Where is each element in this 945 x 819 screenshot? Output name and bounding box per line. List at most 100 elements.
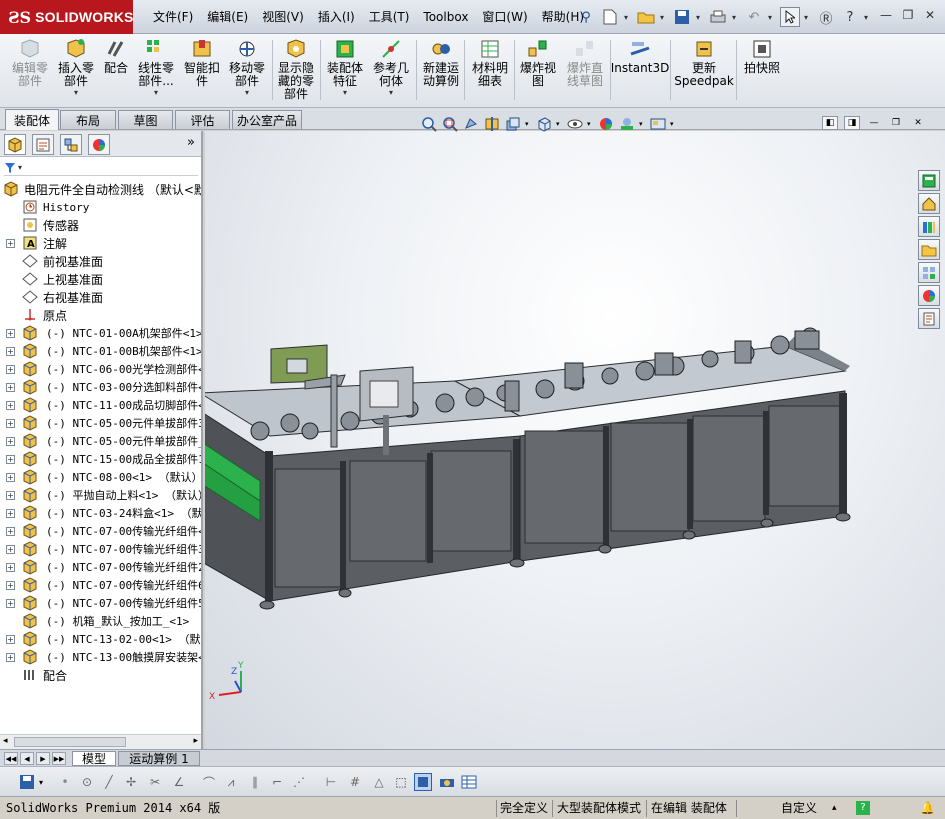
- viewport-close-icon[interactable]: ✕: [910, 116, 926, 130]
- command-insert-components[interactable]: 插入零 部件 ▾: [57, 38, 95, 97]
- assembly-model-view[interactable]: Y X Z: [205, 131, 945, 749]
- rebuild-icon[interactable]: Ⓡ: [816, 7, 836, 27]
- undo-dropdown-icon[interactable]: ▾: [768, 13, 776, 22]
- print-icon[interactable]: [708, 7, 728, 27]
- trim-icon[interactable]: ✂: [146, 773, 164, 791]
- tree-item[interactable]: + (-) NTC-07-00传输光纤组件<: [0, 522, 201, 540]
- menu-item[interactable]: 窗口(W): [475, 0, 534, 34]
- expand-plus-icon[interactable]: +: [6, 544, 15, 554]
- tab-first-icon[interactable]: ◀◀: [4, 752, 18, 765]
- tree-item[interactable]: + (-) NTC-13-00触摸屏安装架<: [0, 648, 201, 666]
- view-orientation-dropdown-icon[interactable]: ▾: [525, 120, 532, 128]
- tree-item[interactable]: + (-) NTC-03-00分选卸料部件<: [0, 378, 201, 396]
- feature-tree-tab-icon[interactable]: [4, 134, 26, 155]
- view-orientation-icon[interactable]: [535, 115, 553, 133]
- print-dropdown-icon[interactable]: ▾: [732, 13, 740, 22]
- tree-item[interactable]: + A 注解: [0, 234, 201, 252]
- tab-motion-study[interactable]: 运动算例 1: [118, 751, 200, 766]
- tree-item[interactable]: + (-) NTC-07-00传输光纤组件3: [0, 540, 201, 558]
- help-dropdown-icon[interactable]: ▾: [864, 13, 872, 22]
- tab-prev-icon[interactable]: ◀: [20, 752, 34, 765]
- tree-root[interactable]: 电阻元件全自动检测线 （默认<默: [0, 180, 201, 198]
- expand-plus-icon[interactable]: +: [6, 562, 15, 572]
- expand-plus-icon[interactable]: +: [6, 418, 15, 428]
- expand-plus-icon[interactable]: +: [6, 508, 15, 518]
- viewport-split-left-icon[interactable]: ◧: [822, 116, 838, 130]
- grid-icon[interactable]: #: [346, 773, 364, 791]
- corner-rect-icon[interactable]: ⌐: [268, 773, 286, 791]
- command-mate[interactable]: 配合: [102, 38, 130, 75]
- new-dropdown-icon[interactable]: ▾: [624, 13, 632, 22]
- save-icon[interactable]: [18, 773, 36, 791]
- expand-plus-icon[interactable]: +: [6, 238, 15, 248]
- property-manager-tab-icon[interactable]: [32, 134, 54, 155]
- section-view-icon[interactable]: [483, 115, 501, 133]
- tree-item[interactable]: History: [0, 198, 201, 216]
- custom-properties-icon[interactable]: [918, 308, 940, 329]
- scroll-right-icon[interactable]: ▸: [193, 736, 198, 746]
- tree-item[interactable]: + (-) 平抛自动上料<1> （默认）: [0, 486, 201, 504]
- expand-plus-icon[interactable]: +: [6, 364, 15, 374]
- view-settings-dropdown-icon[interactable]: ▾: [670, 120, 677, 128]
- cm-tab[interactable]: 办公室产品: [232, 110, 302, 129]
- menu-item[interactable]: 插入(I): [311, 0, 362, 34]
- pin-icon[interactable]: ⚲: [576, 7, 596, 27]
- expand-plus-icon[interactable]: +: [6, 580, 15, 590]
- solidworks-logo[interactable]: ƧS SOLIDWORKS: [0, 0, 133, 34]
- scroll-left-icon[interactable]: ◂: [3, 736, 8, 746]
- cm-tab[interactable]: 装配体: [5, 109, 59, 130]
- centerline-icon[interactable]: ⋰: [290, 773, 308, 791]
- sketch-fillet-icon[interactable]: ⌒: [200, 773, 218, 791]
- undo-icon[interactable]: ↶: [744, 7, 764, 27]
- status-units-custom[interactable]: 自定义: [781, 800, 817, 817]
- home-icon[interactable]: [918, 193, 940, 214]
- display-manager-tab-icon[interactable]: [88, 134, 110, 155]
- command-exploded-view[interactable]: 爆炸视 图: [518, 38, 558, 88]
- apply-scene-icon[interactable]: [618, 115, 636, 133]
- help-status-icon[interactable]: ?: [856, 801, 870, 815]
- scene-dropdown-icon[interactable]: ▾: [639, 120, 646, 128]
- command-bill-of-materials[interactable]: 材料明 细表: [470, 38, 510, 88]
- tree-item[interactable]: + (-) NTC-03-24料盒<1> （默认: [0, 504, 201, 522]
- select-arrow-icon[interactable]: [780, 7, 800, 27]
- polygon-icon[interactable]: ✢: [122, 773, 140, 791]
- shaded-box-icon[interactable]: [414, 773, 432, 791]
- expand-plus-icon[interactable]: +: [6, 454, 15, 464]
- smart-dimension-icon[interactable]: ⊢: [322, 773, 340, 791]
- menu-item[interactable]: 文件(F): [146, 0, 200, 34]
- command-dropdown-icon[interactable]: ▾: [343, 89, 347, 97]
- expand-plus-icon[interactable]: +: [6, 526, 15, 536]
- appearances-scenes-icon[interactable]: [918, 285, 940, 306]
- expand-plus-icon[interactable]: +: [6, 634, 15, 644]
- tab-last-icon[interactable]: ▶▶: [52, 752, 66, 765]
- command-reference-geometry[interactable]: 参考几 何体 ▾: [371, 38, 411, 97]
- file-explorer-icon[interactable]: [918, 239, 940, 260]
- camera-icon[interactable]: [438, 773, 456, 791]
- cm-tab[interactable]: 评估: [175, 110, 230, 129]
- dynamic-annotation-icon[interactable]: [504, 115, 522, 133]
- tree-item[interactable]: + (-) NTC-01-00B机架部件<1>: [0, 342, 201, 360]
- tree-item[interactable]: 前视基准面: [0, 252, 201, 270]
- 3d-box-icon[interactable]: ⬚: [392, 773, 410, 791]
- command-linear-pattern[interactable]: 线性零 部件... ▾: [136, 38, 176, 97]
- tree-item[interactable]: 右视基准面: [0, 288, 201, 306]
- hide-show-items-icon[interactable]: [566, 115, 584, 133]
- expand-plus-icon[interactable]: +: [6, 400, 15, 410]
- save-dropdown-icon[interactable]: ▾: [696, 13, 704, 22]
- expand-plus-icon[interactable]: +: [6, 652, 15, 662]
- close-icon[interactable]: ✕: [921, 6, 939, 24]
- design-library-icon[interactable]: [918, 216, 940, 237]
- tree-item[interactable]: + (-) NTC-08-00<1> （默认）: [0, 468, 201, 486]
- viewport-minimize-icon[interactable]: —: [866, 116, 882, 130]
- edit-appearance-icon[interactable]: [597, 115, 615, 133]
- tab-next-icon[interactable]: ▶: [36, 752, 50, 765]
- command-dropdown-icon[interactable]: ▾: [245, 89, 249, 97]
- relation-icon[interactable]: △: [370, 773, 388, 791]
- menu-item[interactable]: 视图(V): [255, 0, 311, 34]
- point-icon[interactable]: •: [56, 773, 74, 791]
- expand-plus-icon[interactable]: +: [6, 382, 15, 392]
- command-explode-line-sketch[interactable]: 爆炸直 线草图: [565, 38, 605, 88]
- restore-icon[interactable]: ❐: [899, 6, 917, 24]
- units-dropdown-icon[interactable]: ▴: [832, 800, 837, 817]
- expand-plus-icon[interactable]: +: [6, 328, 15, 338]
